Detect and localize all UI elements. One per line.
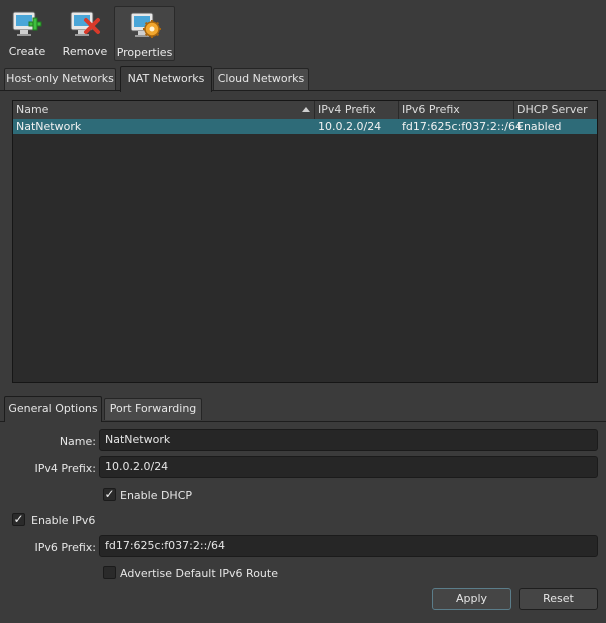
cell-ipv6: fd17:625c:f037:2::/64	[402, 120, 522, 133]
cell-name: NatNetwork	[16, 120, 82, 133]
properties-button[interactable]: Properties	[114, 6, 175, 61]
enable-dhcp-checkbox[interactable]: ✓	[103, 488, 116, 501]
table-row[interactable]: NatNetwork 10.0.2.0/24 fd17:625c:f037:2:…	[13, 119, 597, 134]
column-header-ipv6[interactable]: IPv6 Prefix	[399, 101, 514, 119]
name-label: Name:	[59, 435, 96, 448]
ipv6-prefix-field[interactable]: fd17:625c:f037:2::/64	[99, 535, 598, 557]
ipv4-prefix-label: IPv4 Prefix:	[34, 462, 96, 475]
table-header: Name IPv4 Prefix IPv6 Prefix DHCP Server	[13, 101, 597, 120]
column-header-ipv4[interactable]: IPv4 Prefix	[315, 101, 399, 119]
ipv4-prefix-field[interactable]: 10.0.2.0/24	[99, 456, 598, 478]
apply-button[interactable]: Apply	[432, 588, 511, 610]
nat-networks-pane: Name IPv4 Prefix IPv6 Prefix DHCP Server…	[0, 90, 606, 390]
reset-button[interactable]: Reset	[519, 588, 598, 610]
column-header-name-label: Name	[16, 103, 49, 116]
enable-dhcp-label[interactable]: Enable DHCP	[120, 489, 192, 502]
tab-host-only-networks[interactable]: Host-only Networks	[4, 68, 116, 90]
toolbar: Create Remove Properties	[0, 0, 606, 64]
sort-ascending-icon	[302, 107, 310, 112]
network-properties-icon	[129, 9, 161, 41]
enable-ipv6-checkbox[interactable]: ✓	[12, 513, 25, 526]
column-header-dhcp[interactable]: DHCP Server	[514, 101, 599, 119]
remove-label: Remove	[62, 45, 108, 58]
create-button[interactable]: Create	[4, 6, 50, 61]
network-table[interactable]: Name IPv4 Prefix IPv6 Prefix DHCP Server…	[12, 100, 598, 383]
tab-port-forwarding[interactable]: Port Forwarding	[104, 398, 202, 420]
cell-dhcp: Enabled	[517, 120, 562, 133]
properties-label: Properties	[116, 46, 173, 59]
create-label: Create	[8, 45, 46, 58]
ipv6-prefix-label: IPv6 Prefix:	[34, 541, 96, 554]
network-type-tabbar: Host-only Networks NAT Networks Cloud Ne…	[0, 66, 606, 92]
tab-nat-networks[interactable]: NAT Networks	[120, 66, 212, 92]
cell-ipv4: 10.0.2.0/24	[318, 120, 382, 133]
tab-general-options[interactable]: General Options	[4, 396, 102, 422]
general-options-pane: Name: NatNetwork IPv4 Prefix: 10.0.2.0/2…	[0, 421, 606, 623]
advertise-route-label[interactable]: Advertise Default IPv6 Route	[120, 567, 278, 580]
details-tabbar: General Options Port Forwarding	[0, 396, 606, 422]
advertise-route-checkbox[interactable]	[103, 566, 116, 579]
column-header-name[interactable]: Name	[13, 101, 315, 119]
create-network-icon	[11, 8, 43, 40]
enable-ipv6-label[interactable]: Enable IPv6	[31, 514, 95, 527]
remove-network-icon	[69, 8, 101, 40]
name-field[interactable]: NatNetwork	[99, 429, 598, 451]
tab-cloud-networks[interactable]: Cloud Networks	[213, 68, 309, 90]
remove-button[interactable]: Remove	[60, 6, 110, 61]
